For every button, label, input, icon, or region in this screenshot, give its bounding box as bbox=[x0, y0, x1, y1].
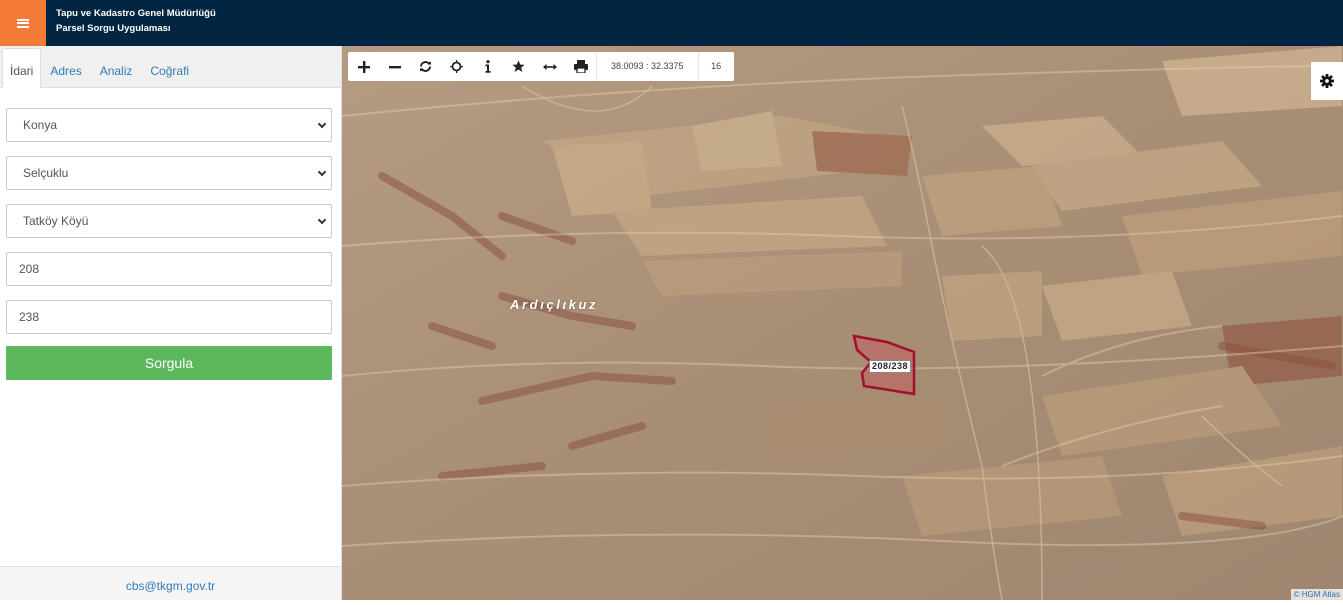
app-title-line1: Tapu ve Kadastro Genel Müdürlüğü bbox=[56, 8, 216, 19]
measure-button[interactable] bbox=[534, 52, 565, 81]
parcel-number-label: 208/238 bbox=[869, 360, 912, 373]
tab-adres[interactable]: Adres bbox=[41, 49, 90, 87]
query-sidebar: İdari Adres Analiz Coğrafi Konya Selçukl… bbox=[0, 46, 342, 600]
parcel-no-value: 238 bbox=[19, 310, 40, 324]
query-tabs: İdari Adres Analiz Coğrafi bbox=[0, 46, 341, 88]
neighborhood-select[interactable]: Tatköy Köyü bbox=[6, 204, 332, 238]
query-button[interactable]: Sorgula bbox=[6, 346, 332, 380]
zoom-in-icon bbox=[357, 60, 370, 73]
zoom-out-icon bbox=[388, 65, 401, 68]
tab-cografi[interactable]: Coğrafi bbox=[141, 49, 198, 87]
favorites-button[interactable] bbox=[503, 52, 534, 81]
info-button[interactable] bbox=[472, 52, 503, 81]
map-view[interactable]: 38.0093 : 32.3375 16 Ardıçlıkuz 208/238 … bbox=[342, 46, 1343, 600]
gear-icon bbox=[1320, 74, 1334, 88]
sidebar-footer: cbs@tkgm.gov.tr bbox=[0, 566, 341, 600]
contact-email-link[interactable]: cbs@tkgm.gov.tr bbox=[126, 579, 215, 593]
chevron-down-icon bbox=[317, 167, 327, 177]
zoom-level-display: 16 bbox=[697, 52, 734, 81]
refresh-icon bbox=[420, 61, 431, 72]
refresh-button[interactable] bbox=[410, 52, 441, 81]
star-icon bbox=[512, 60, 525, 72]
zoom-in-button[interactable] bbox=[348, 52, 379, 81]
menu-button[interactable] bbox=[0, 0, 46, 46]
province-value: Konya bbox=[23, 118, 58, 132]
block-no-input[interactable]: 208 bbox=[6, 252, 332, 286]
neighborhood-value: Tatköy Köyü bbox=[23, 214, 89, 228]
district-value: Selçuklu bbox=[23, 166, 69, 180]
satellite-imagery bbox=[342, 46, 1343, 600]
place-name-label: Ardıçlıkuz bbox=[510, 297, 599, 312]
map-toolbar: 38.0093 : 32.3375 16 bbox=[348, 52, 734, 81]
block-no-value: 208 bbox=[19, 262, 40, 276]
tab-idari[interactable]: İdari bbox=[2, 48, 42, 88]
measure-icon bbox=[542, 63, 557, 70]
hamburger-icon bbox=[17, 18, 29, 28]
app-title-line2: Parsel Sorgu Uygulaması bbox=[56, 23, 171, 34]
info-icon bbox=[485, 60, 490, 73]
print-button[interactable] bbox=[565, 52, 596, 81]
locate-button[interactable] bbox=[441, 52, 472, 81]
district-select[interactable]: Selçuklu bbox=[6, 156, 332, 190]
settings-button[interactable] bbox=[1311, 62, 1343, 100]
zoom-out-button[interactable] bbox=[379, 52, 410, 81]
top-header: Tapu ve Kadastro Genel Müdürlüğü Parsel … bbox=[0, 0, 1343, 46]
chevron-down-icon bbox=[317, 215, 327, 225]
app-title: Tapu ve Kadastro Genel Müdürlüğü Parsel … bbox=[56, 6, 216, 36]
parcel-query-form: Konya Selçuklu Tatköy Köyü 208 238 Sorgu… bbox=[0, 88, 341, 380]
map-attribution[interactable]: © HGM Atlas bbox=[1290, 589, 1343, 600]
province-select[interactable]: Konya bbox=[6, 108, 332, 142]
chevron-down-icon bbox=[317, 119, 327, 129]
parcel-no-input[interactable]: 238 bbox=[6, 300, 332, 334]
coordinate-display: 38.0093 : 32.3375 bbox=[596, 52, 698, 81]
tab-analiz[interactable]: Analiz bbox=[91, 49, 142, 87]
locate-icon bbox=[450, 60, 463, 73]
print-icon bbox=[573, 60, 588, 73]
